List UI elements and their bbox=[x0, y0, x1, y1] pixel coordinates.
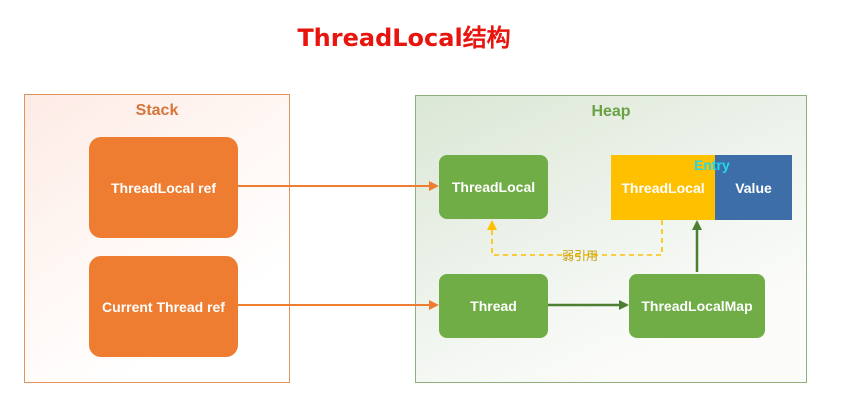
current-thread-ref-box: Current Thread ref bbox=[89, 256, 238, 357]
thread-label: Thread bbox=[470, 298, 517, 314]
entry-label: Entry bbox=[694, 157, 730, 173]
threadlocalmap-box: ThreadLocalMap bbox=[629, 274, 765, 338]
threadlocal-ref-label: ThreadLocal ref bbox=[110, 179, 217, 196]
threadlocalmap-label: ThreadLocalMap bbox=[641, 298, 753, 314]
thread-box: Thread bbox=[439, 274, 548, 338]
threadlocal-label: ThreadLocal bbox=[451, 179, 536, 195]
threadlocal-ref-box: ThreadLocal ref bbox=[89, 137, 238, 238]
current-thread-ref-label: Current Thread ref bbox=[102, 298, 225, 315]
weak-reference-label: 弱引用 bbox=[561, 249, 598, 263]
entry-key-label: ThreadLocal bbox=[621, 179, 705, 196]
entry-value-label: Value bbox=[735, 179, 772, 196]
threadlocal-box: ThreadLocal bbox=[439, 155, 548, 219]
